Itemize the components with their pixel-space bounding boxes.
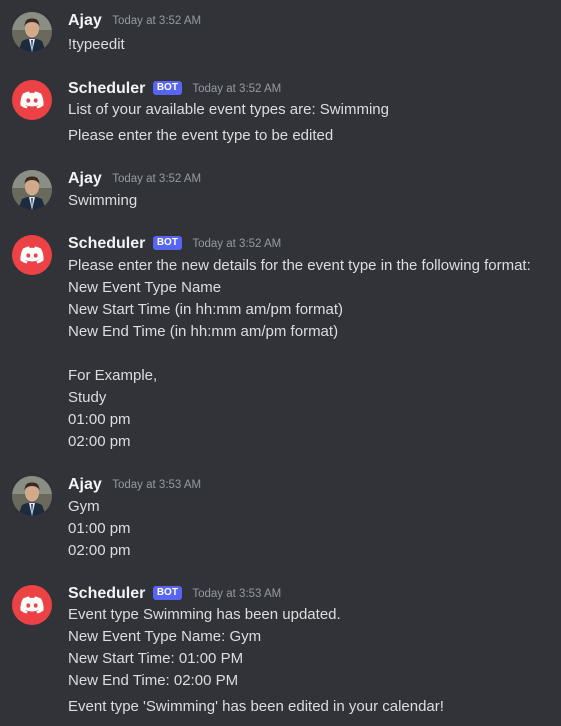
message-line: Please enter the new details for the eve… — [68, 257, 531, 274]
author-name[interactable]: Scheduler — [68, 585, 145, 602]
author-name[interactable]: Ajay — [68, 170, 102, 187]
message-header: Ajay Today at 3:52 AM — [68, 170, 201, 192]
message-line: New Event Type Name: Gym — [68, 628, 262, 645]
message-line: Gym — [68, 498, 100, 515]
message-line: 02:00 pm — [68, 542, 131, 559]
discord-logo-icon — [20, 91, 44, 109]
discord-logo-icon — [20, 246, 44, 264]
user-photo-icon — [12, 476, 52, 516]
author-name[interactable]: Scheduler — [68, 80, 145, 97]
message-line: New Event Type Name — [68, 279, 222, 296]
user-avatar[interactable] — [12, 12, 52, 52]
timestamp: Today at 3:52 AM — [192, 238, 282, 250]
message-line: New End Time (in hh:mm am/pm format) — [68, 323, 339, 340]
timestamp: Today at 3:53 AM — [112, 479, 202, 491]
bot-badge: BOT — [152, 586, 182, 600]
timestamp: Today at 3:52 AM — [192, 83, 282, 95]
message-line: List of your available event types are: … — [68, 101, 389, 118]
timestamp: Today at 3:52 AM — [112, 173, 202, 185]
bot-badge: BOT — [152, 81, 182, 95]
message-line: Swimming — [68, 192, 138, 209]
user-avatar[interactable] — [12, 170, 52, 210]
message-line: For Example, — [68, 367, 158, 384]
bot-badge: BOT — [152, 236, 182, 250]
bot-avatar[interactable] — [12, 235, 52, 275]
author-name[interactable]: Scheduler — [68, 235, 145, 252]
user-photo-icon — [12, 170, 52, 210]
timestamp: Today at 3:53 AM — [192, 588, 282, 600]
message-line: New End Time: 02:00 PM — [68, 672, 239, 689]
message-line: New Start Time: 01:00 PM — [68, 650, 244, 667]
message-header: Ajay Today at 3:53 AM — [68, 476, 201, 498]
bot-avatar[interactable] — [12, 80, 52, 120]
user-photo-icon — [12, 12, 52, 52]
discord-logo-icon — [20, 596, 44, 614]
message-line: Event type 'Swimming' has been edited in… — [68, 698, 444, 715]
message-line: !typeedit — [68, 36, 125, 53]
bot-avatar[interactable] — [12, 585, 52, 625]
message-line: 02:00 pm — [68, 433, 131, 450]
timestamp: Today at 3:52 AM — [112, 15, 202, 27]
user-avatar[interactable] — [12, 476, 52, 516]
message-header: Scheduler BOT Today at 3:52 AM — [68, 235, 281, 257]
message-line: 01:00 pm — [68, 411, 131, 428]
message-line: Study — [68, 389, 107, 406]
message-line: 01:00 pm — [68, 520, 131, 537]
message-line: Please enter the event type to be edited — [68, 127, 334, 144]
author-name[interactable]: Ajay — [68, 12, 102, 29]
message-header: Ajay Today at 3:52 AM — [68, 12, 201, 34]
message-line: New Start Time (in hh:mm am/pm format) — [68, 301, 344, 318]
message-line: Event type Swimming has been updated. — [68, 606, 341, 623]
author-name[interactable]: Ajay — [68, 476, 102, 493]
